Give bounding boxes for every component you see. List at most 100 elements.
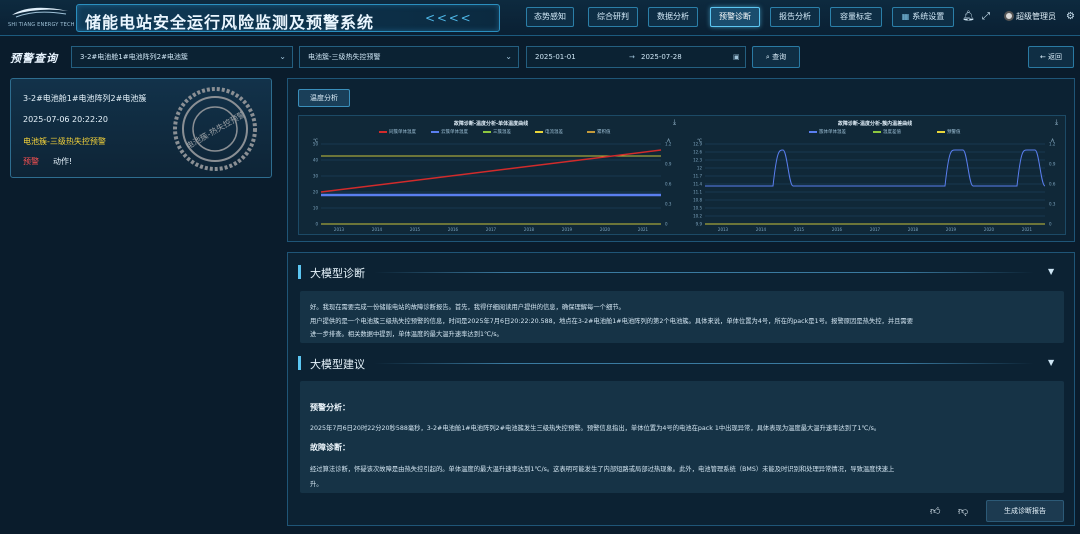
x-tick-label: 2018 [524, 227, 535, 232]
x-tick-label: 2019 [946, 227, 957, 232]
x-tick-label: 2020 [600, 227, 611, 232]
y2-tick-label: 0.9 [665, 162, 672, 167]
chart-container: 故障诊断-温度分析-单体温度曲线 ⤓ 同簇单体温度 云簇单体温度 三簇温差 电流温差累… [298, 115, 1066, 235]
warning-level: 预警 [23, 157, 39, 166]
y-tick-label: 12 [697, 166, 703, 171]
y-tick-label: 40 [313, 158, 319, 163]
warning-type-select[interactable]: 电池簇-三级热失控预警 ⌄ [299, 46, 519, 68]
warning-card[interactable]: 3-2#电池舱1#电池阵列2#电池簇 2025-07-06 20:22:20 电… [10, 78, 272, 178]
fault-text: 经过算法诊断，怀疑该次故障是由热失控引起的。单体温度的最大温升速率达到1℃/s。… [310, 466, 895, 473]
nav-system-settings-label: 系统设置 [912, 12, 945, 21]
company-logo: SHI TIANG ENERGY TECH 石 天 能 源 [6, 4, 102, 32]
section-marker [298, 265, 301, 279]
y-tick-label: 50 [313, 142, 319, 147]
chart-cell-temperature: 故障诊断-温度分析-单体温度曲线 ⤓ 同簇单体温度 云簇单体温度 三簇温差 电流温差累… [299, 116, 683, 236]
x-tick-label: 2016 [448, 227, 459, 232]
back-arrow-icon: ← [1039, 53, 1046, 61]
settings-grid-icon: ▦ [901, 12, 910, 21]
generate-report-button[interactable]: 生成诊断报告 [986, 500, 1064, 522]
nav-report-analysis[interactable]: 报告分析 [770, 7, 820, 27]
gear-icon[interactable]: ⚙ [1066, 11, 1075, 22]
analysis-text: 2025年7月6日20时22分20秒588毫秒，3-2#电池舱1#电池阵列2#电… [310, 425, 881, 432]
x-tick-label: 2014 [372, 227, 383, 232]
tab-temperature-analysis[interactable]: 温度分析 [298, 89, 350, 107]
search-icon: ⌕ [765, 53, 770, 61]
chart-cell-temp-diff: 故障诊断-温度分析-簇内温差曲线 ⤓ 簇体单体温差 温度差值 预警值 ℃ A 9.9 10… [683, 116, 1067, 236]
y-tick-label: 20 [313, 190, 319, 195]
x-tick-label: 2019 [562, 227, 573, 232]
y2-tick-label: 1.2 [665, 142, 672, 147]
x-tick-label: 2021 [1022, 227, 1033, 232]
x-tick-label: 2017 [486, 227, 497, 232]
thumbs-up-icon[interactable]: 👍︎ [930, 505, 940, 517]
y2-tick-label: 0 [1049, 222, 1052, 227]
y-tick-label: 0 [315, 222, 318, 227]
target-select[interactable]: 3-2#电池舱1#电池阵列2#电池簇 ⌄ [71, 46, 293, 68]
collapse-toggle-icon[interactable]: ▼ [1048, 358, 1054, 367]
date-arrow: → [629, 53, 635, 61]
temp-diff-chart: ℃ A9.910.210.510.811.111.411.71212.312.61… [693, 138, 1056, 232]
app-header: SHI TIANG ENERGY TECH 石 天 能 源 储能电站安全运行风险… [0, 0, 1080, 36]
x-tick-label: 2013 [334, 227, 345, 232]
y2-tick-label: 1.2 [1049, 142, 1056, 147]
x-tick-label: 2014 [756, 227, 767, 232]
advice-title: 大模型建议 [310, 358, 365, 371]
y2-tick-label: 0.3 [1049, 202, 1056, 207]
y2-tick-label: 0 [665, 222, 668, 227]
nav-system-settings[interactable]: ▦ 系统设置 [892, 7, 954, 27]
nav-capacity[interactable]: 容量标定 [830, 7, 882, 27]
warning-location: 3-2#电池舱1#电池阵列2#电池簇 [23, 94, 147, 103]
y-tick-label: 11.4 [693, 182, 702, 187]
diagnosis-line: 用户提供的是一个电池簇三级热失控预警的信息，时间是2025年7月6日20:22:… [310, 318, 914, 325]
diagnosis-line: 进一步排查。相关数据中提到，单体温度的最大温升速率达到1℃/s。 [310, 331, 503, 338]
query-title: 预警查询 [10, 52, 58, 65]
back-button-label: 返回 [1048, 53, 1063, 61]
bell-icon[interactable]: 🔔︎ [962, 11, 975, 22]
y-tick-label: 10.2 [693, 214, 702, 219]
search-button-label: 查询 [772, 53, 787, 61]
x-tick-label: 2015 [410, 227, 421, 232]
section-divider [374, 272, 1034, 273]
y-tick-label: 30 [313, 174, 319, 179]
fault-text: 升。 [310, 481, 323, 488]
nav-situation[interactable]: 态势感知 [526, 7, 574, 27]
warning-status: 动作! [53, 157, 73, 166]
analysis-heading: 预警分析： [310, 403, 350, 412]
x-tick-label: 2016 [832, 227, 843, 232]
y-tick-label: 11.7 [693, 174, 702, 179]
y-tick-label: 12.9 [693, 142, 702, 147]
nav-analysis[interactable]: 综合研判 [588, 7, 638, 27]
section-marker [298, 356, 301, 370]
diagnosis-content: 好。我现在需要完成一份储能电站的故障诊断报告。首先，我得仔细阅读用户提供的信息，… [300, 291, 1064, 343]
x-tick-label: 2013 [718, 227, 729, 232]
avatar[interactable] [1004, 11, 1014, 21]
collapse-arrows-icon[interactable]: < < < < [425, 11, 471, 25]
collapse-toggle-icon[interactable]: ▼ [1048, 267, 1054, 276]
back-button[interactable]: ← 返回 [1028, 46, 1074, 68]
y-tick-label: 10 [313, 206, 319, 211]
date-end: 2025-07-28 [641, 53, 682, 61]
fullscreen-icon[interactable]: ⤢ [982, 11, 990, 22]
nav-data-analysis[interactable]: 数据分析 [648, 7, 698, 27]
system-title: 储能电站安全运行风险监测及预警系统 [85, 13, 375, 32]
y-tick-label: 9.9 [696, 222, 703, 227]
x-tick-label: 2018 [908, 227, 919, 232]
thumbs-down-icon[interactable]: 👎︎ [958, 505, 968, 517]
y-tick-label: 10.8 [693, 198, 702, 203]
diagnosis-line: 好。我现在需要完成一份储能电站的故障诊断报告。首先，我得仔细阅读用户提供的信息，… [310, 304, 625, 311]
x-tick-label: 2020 [984, 227, 995, 232]
date-range-picker[interactable]: 2025-01-01 → 2025-07-28 ▣ [526, 46, 746, 68]
target-select-value: 3-2#电池舱1#电池阵列2#电池簇 [80, 53, 188, 61]
search-button[interactable]: ⌕ 查询 [752, 46, 800, 68]
y-tick-label: 10.5 [693, 206, 702, 211]
analysis-panel: 温度分析 故障诊断-温度分析-单体温度曲线 ⤓ 同簇单体温度 云簇单体温度 三簇温差… [287, 78, 1075, 242]
chevron-down-icon: ⌄ [279, 52, 286, 61]
user-name[interactable]: 超级管理员 [1016, 11, 1056, 22]
diagnosis-title: 大模型诊断 [310, 267, 365, 280]
y-tick-label: 12.3 [693, 158, 702, 163]
system-title-box: 储能电站安全运行风险监测及预警系统 < < < < [76, 4, 500, 32]
fault-heading: 故障诊断： [310, 443, 350, 452]
x-tick-label: 2021 [638, 227, 649, 232]
y-tick-label: 11.1 [693, 190, 702, 195]
nav-warning-diagnosis[interactable]: 预警诊断 [710, 7, 760, 27]
